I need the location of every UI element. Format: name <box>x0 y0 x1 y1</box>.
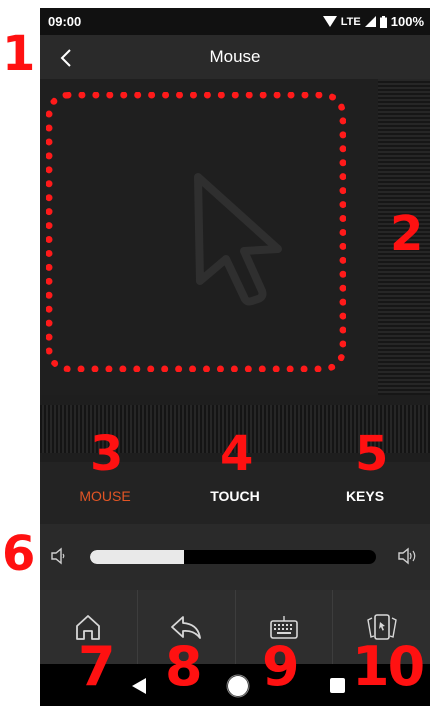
annotation-7: 7 <box>78 635 116 698</box>
signal-icon <box>364 16 376 27</box>
volume-row <box>40 524 430 590</box>
status-indicators: LTE 100% <box>322 14 424 29</box>
battery-icon <box>379 15 387 28</box>
battery-level: 100% <box>390 14 424 29</box>
nav-home-icon[interactable] <box>226 674 250 698</box>
title-bar: Mouse <box>40 35 430 79</box>
page-title: Mouse <box>209 47 261 66</box>
annotation-1: 1 <box>2 26 36 82</box>
annotation-3: 3 <box>90 426 124 482</box>
network-label: LTE <box>340 15 361 28</box>
nav-recent-apps-icon[interactable] <box>330 678 345 693</box>
volume-down-icon[interactable] <box>50 547 68 565</box>
annotation-9: 9 <box>262 635 300 698</box>
annotation-5: 5 <box>355 426 389 482</box>
annotation-4: 4 <box>220 426 254 482</box>
volume-slider-fill <box>90 550 185 564</box>
tab-touch[interactable]: TOUCH <box>170 488 300 504</box>
volume-up-icon[interactable] <box>397 547 419 565</box>
annotation-10: 10 <box>352 635 425 698</box>
annotation-6: 6 <box>2 526 36 582</box>
annotation-2: 2 <box>390 206 424 262</box>
status-bar: 09:00 LTE 100% <box>40 8 430 35</box>
nav-back-icon[interactable] <box>132 678 146 694</box>
annotation-8: 8 <box>165 635 203 698</box>
status-time: 09:00 <box>48 14 82 29</box>
touchpad-highlight <box>46 92 346 372</box>
volume-slider[interactable] <box>90 550 376 564</box>
tab-mouse[interactable]: MOUSE <box>40 488 170 504</box>
wifi-icon <box>322 16 337 27</box>
tab-keys[interactable]: KEYS <box>300 488 430 504</box>
